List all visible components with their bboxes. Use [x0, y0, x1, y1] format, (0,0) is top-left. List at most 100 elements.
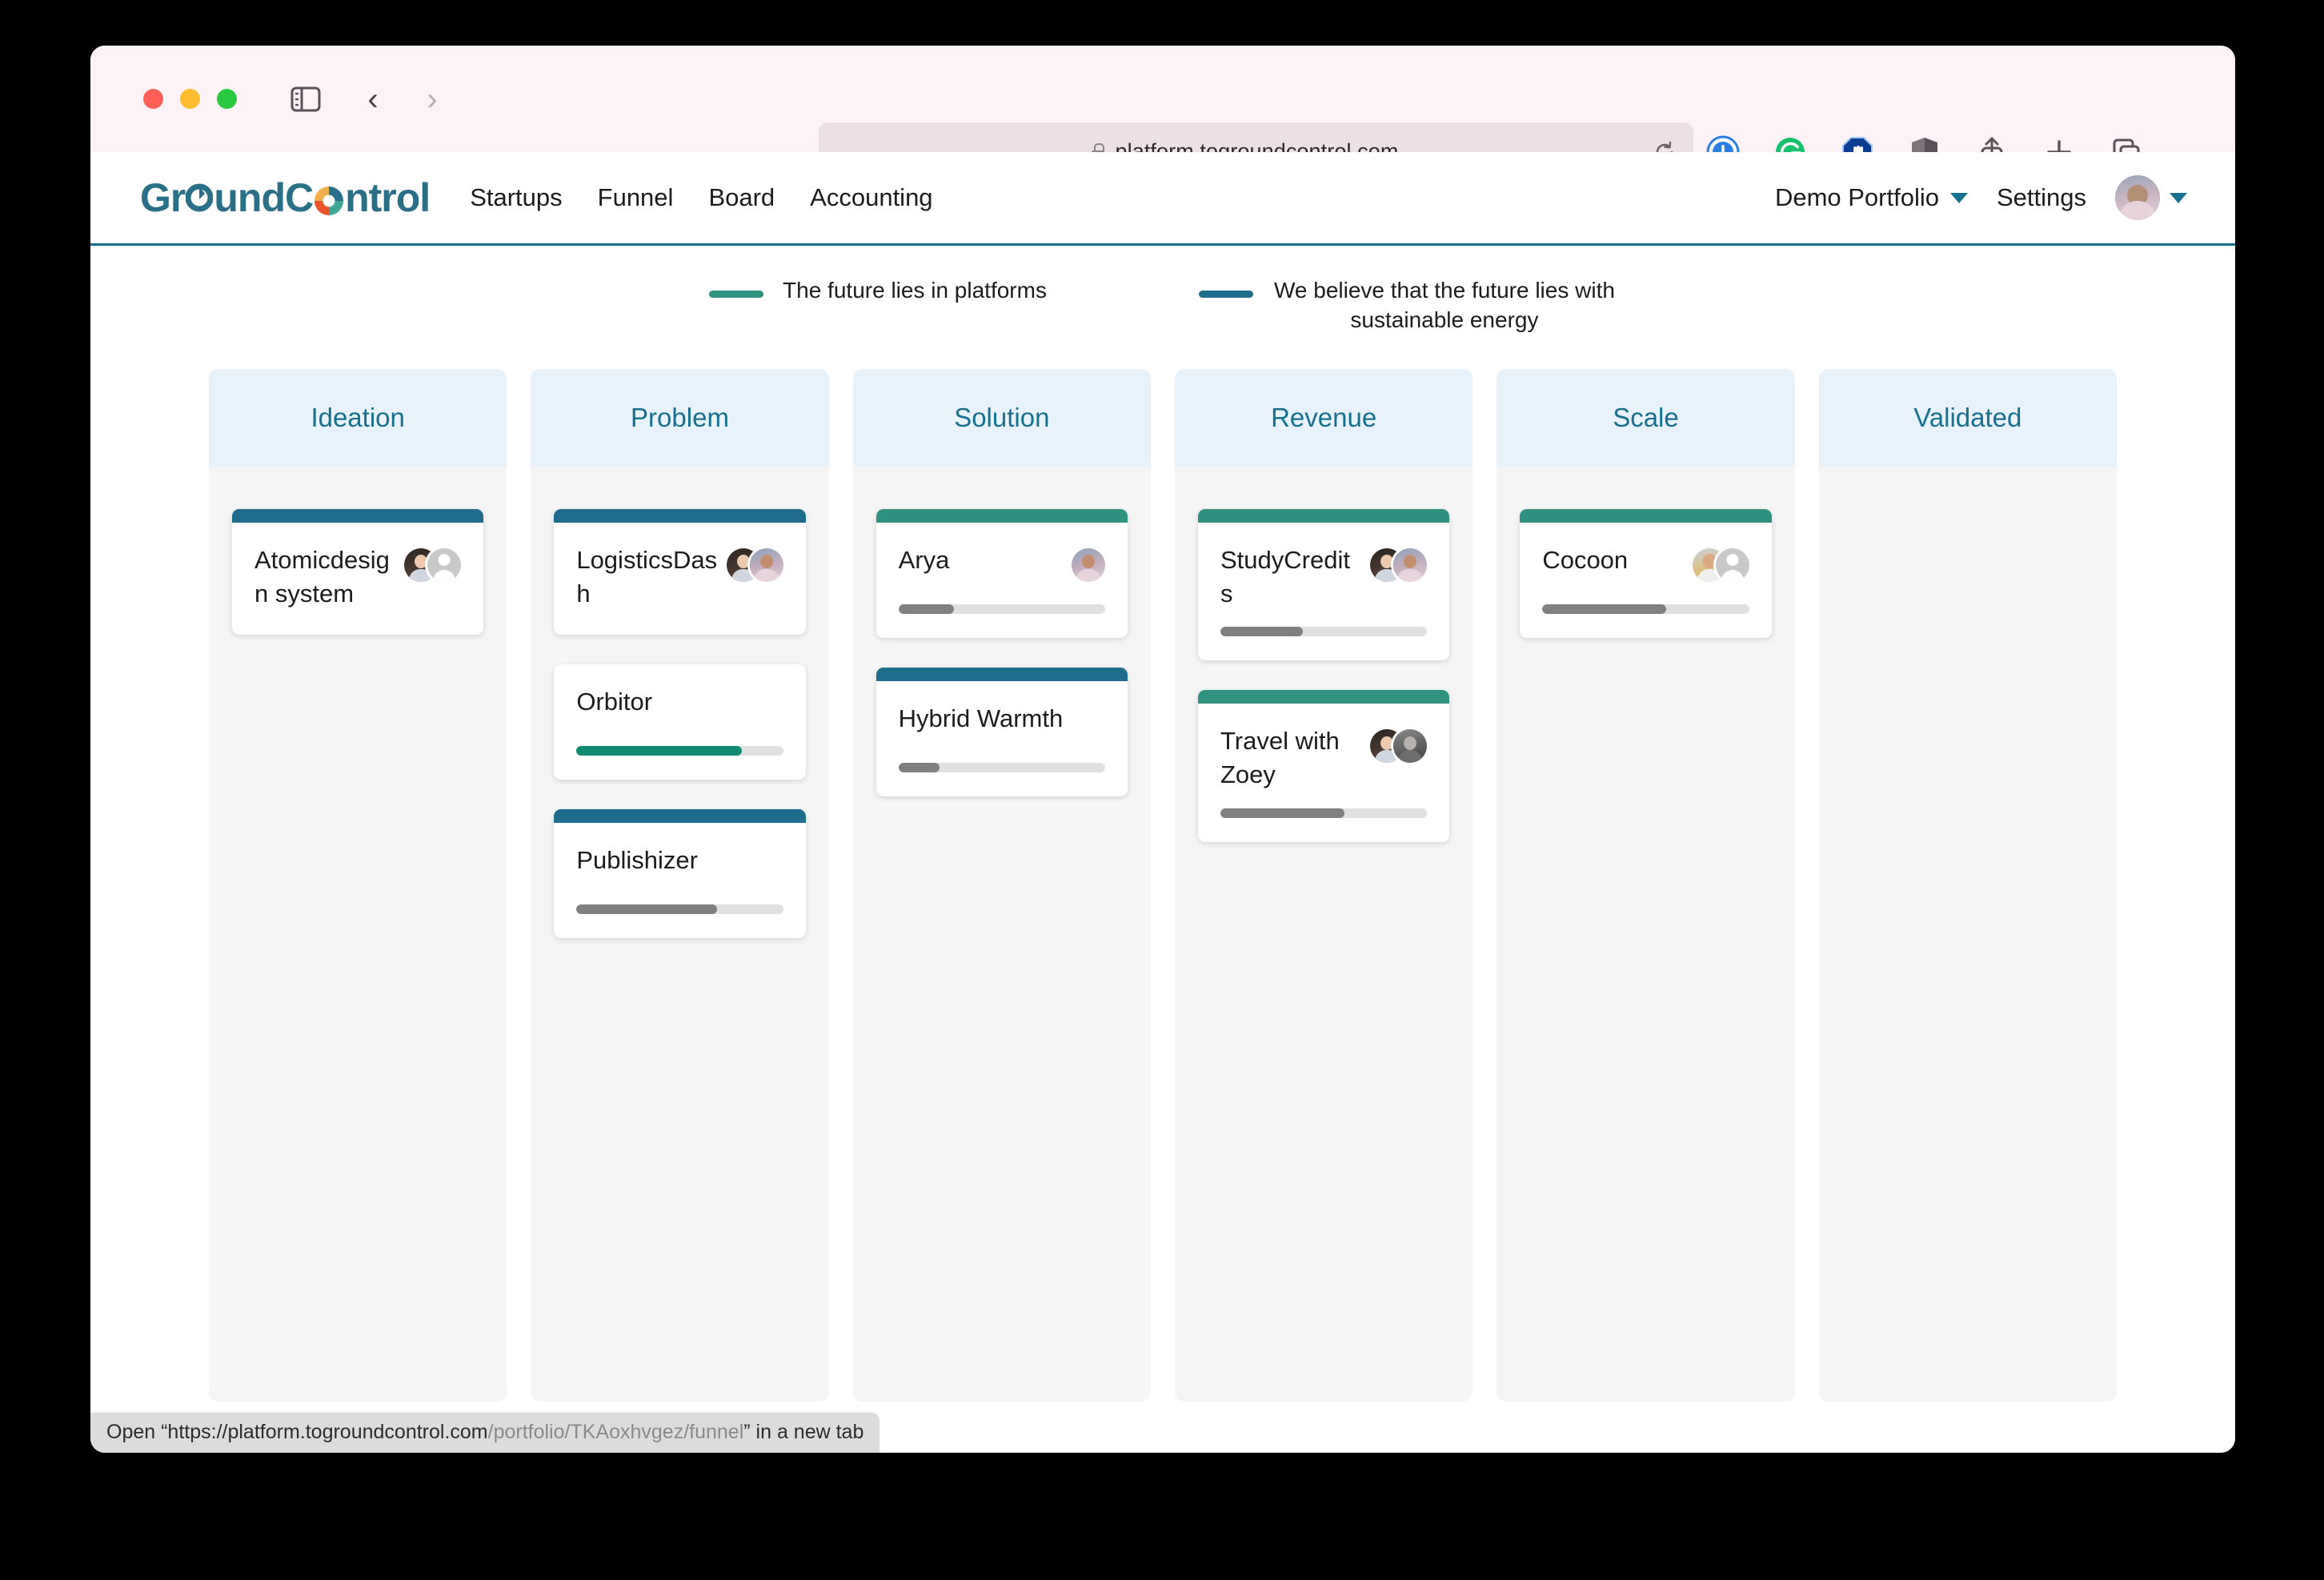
card-progress [1542, 604, 1749, 614]
card-members[interactable] [1370, 729, 1428, 764]
column-dropzone[interactable]: Cocoon [1497, 466, 1795, 1402]
card-title: Hybrid Warmth [898, 704, 1064, 732]
legend-label: We believe that the future lies with sus… [1273, 278, 1615, 332]
column-header: Problem [531, 368, 829, 467]
browser-navigation: ‹ › [354, 80, 451, 118]
card-progress [576, 746, 783, 756]
card-status-bar [554, 508, 806, 523]
browser-window: ‹ › platform.togroundcontrol.com Gr undC… [90, 46, 2235, 1453]
card-title: Atomicdesign system [254, 545, 390, 608]
card-progress-fill [1542, 604, 1667, 614]
card-hybrid-warmth[interactable]: Hybrid Warmth [876, 667, 1128, 796]
funnel-board: Ideation Atomicdesign system Problem Log… [209, 368, 2117, 1402]
card-progress-fill [1220, 627, 1304, 637]
card-orbitor[interactable]: Orbitor [554, 664, 806, 780]
card-title: LogisticsDash [576, 545, 718, 608]
member-avatar-placeholder [1715, 547, 1749, 582]
column-header: Solution [852, 368, 1151, 467]
funnel-column-validated: Validated [1818, 368, 2117, 1402]
card-members[interactable] [1692, 547, 1749, 582]
column-header: Validated [1818, 368, 2117, 467]
card-progress-fill [1220, 808, 1344, 818]
portfolio-selector[interactable]: Demo Portfolio [1775, 183, 1968, 212]
column-dropzone[interactable]: Arya Hybrid Warmth [852, 466, 1151, 1402]
legend-swatch [709, 291, 764, 298]
chevron-down-icon [2170, 192, 2187, 203]
column-dropzone[interactable]: LogisticsDash Orbitor Publishizer [531, 466, 829, 1402]
card-studycredits[interactable]: StudyCredits [1197, 508, 1450, 661]
forward-chevron-icon[interactable]: › [413, 80, 451, 118]
status-bar-path: /portfolio/TKAoxhvgez/funnel [487, 1421, 744, 1443]
nav-item-startups[interactable]: Startups [468, 178, 563, 217]
close-window-button[interactable] [143, 89, 163, 109]
card-status-bar [554, 809, 806, 824]
card-members[interactable] [1071, 547, 1105, 582]
nav-item-board[interactable]: Board [707, 178, 776, 217]
groundcontrol-logo[interactable]: Gr undC ntrol [140, 174, 431, 221]
legend-label: The future lies in platforms [783, 278, 1047, 303]
card-progress-fill [576, 904, 717, 915]
legend-swatch [1198, 291, 1253, 298]
card-status-bar [876, 667, 1128, 681]
column-dropzone[interactable] [1818, 466, 2117, 1402]
card-status-bar [876, 508, 1128, 523]
card-progress-fill [576, 746, 742, 756]
card-progress-fill [898, 762, 940, 772]
maximize-window-button[interactable] [217, 89, 237, 109]
status-bar: Open “https://platform.togroundcontrol.c… [90, 1413, 880, 1453]
nav-item-funnel[interactable]: Funnel [588, 178, 683, 254]
member-avatar [1071, 547, 1105, 582]
card-progress [1220, 627, 1428, 637]
main-navigation: Startups Funnel Board Accounting [468, 178, 934, 254]
logo-glyph-o-mark [186, 183, 214, 212]
chevron-down-icon [1949, 192, 1968, 203]
member-avatar [1393, 547, 1428, 582]
app-header: Gr undC ntrol Startups Funnel Board Accou… [90, 152, 2235, 254]
card-status-bar [1197, 690, 1450, 704]
card-progress [898, 762, 1105, 772]
card-progress [1220, 808, 1428, 818]
card-title: Publishizer [576, 846, 698, 875]
funnel-page: The future lies in platforms We believe … [90, 246, 2235, 1453]
card-title: Orbitor [576, 688, 653, 716]
member-avatar [749, 547, 783, 582]
card-status-bar [1197, 508, 1450, 523]
browser-chrome: ‹ › platform.togroundcontrol.com [90, 46, 2235, 181]
card-progress-fill [898, 604, 955, 614]
nav-item-accounting[interactable]: Accounting [808, 178, 934, 217]
legend-item-platforms: The future lies in platforms [709, 276, 1047, 335]
card-logisticsdash[interactable]: LogisticsDash [554, 508, 806, 636]
logo-text-part5: ntrol [345, 175, 431, 220]
minimize-window-button[interactable] [180, 89, 200, 109]
card-title: StudyCredits [1220, 545, 1350, 608]
legend: The future lies in platforms We believe … [209, 246, 2117, 335]
card-atomicdesign-system[interactable]: Atomicdesign system [232, 508, 484, 636]
card-progress [576, 904, 783, 915]
card-cocoon[interactable]: Cocoon [1520, 508, 1772, 638]
back-chevron-icon[interactable]: ‹ [354, 80, 392, 118]
card-travel-with-zoey[interactable]: Travel with Zoey [1197, 690, 1450, 842]
user-menu[interactable] [2115, 175, 2187, 220]
column-header: Scale [1497, 368, 1795, 467]
card-title: Cocoon [1542, 545, 1629, 574]
status-bar-prefix: Open “https://platform.togroundcontrol.c… [106, 1421, 488, 1443]
status-bar-suffix: ” in a new tab [743, 1421, 864, 1443]
card-publishizer[interactable]: Publishizer [554, 809, 806, 939]
card-members[interactable] [404, 547, 462, 582]
column-dropzone[interactable]: Atomicdesign system [209, 466, 507, 1402]
funnel-column-ideation: Ideation Atomicdesign system [209, 368, 507, 1402]
card-arya[interactable]: Arya [876, 508, 1128, 638]
card-status-bar [1520, 508, 1772, 523]
card-title: Arya [898, 545, 950, 574]
card-title: Travel with Zoey [1220, 727, 1340, 789]
sidebar-toggle-icon[interactable] [286, 80, 325, 118]
funnel-column-solution: Solution Arya Hybrid Warmth [852, 368, 1151, 1402]
logo-text-part3: undC [214, 175, 314, 220]
card-status-bar [232, 508, 484, 523]
window-traffic-lights [143, 89, 237, 109]
portfolio-selector-label: Demo Portfolio [1774, 183, 1939, 211]
settings-link[interactable]: Settings [1997, 183, 2086, 212]
card-members[interactable] [726, 547, 783, 582]
card-members[interactable] [1370, 547, 1428, 582]
column-dropzone[interactable]: StudyCredits Travel with Zoey [1174, 466, 1473, 1402]
